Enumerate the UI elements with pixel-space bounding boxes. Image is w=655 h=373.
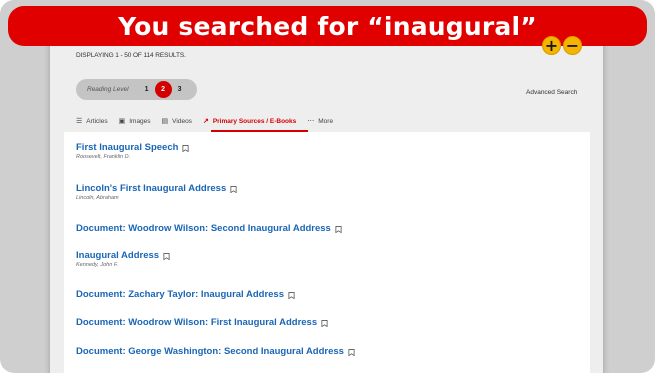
list-item: Document: Woodrow Wilson: Second Inaugur…	[76, 223, 342, 234]
reading-level-label: Reading Level	[87, 86, 129, 93]
list-item: Inaugural Address Kennedy, John F.	[76, 250, 170, 268]
bookmark-icon[interactable]	[163, 253, 170, 260]
content-type-tabs: ☰ Articles ▣ Images ▤ Videos ↗ Primary S…	[76, 114, 333, 128]
result-author: Kennedy, John F.	[76, 262, 118, 268]
tab-label: More	[318, 117, 334, 125]
reading-level-2[interactable]: 2	[154, 81, 172, 98]
list-item: Document: Woodrow Wilson: First Inaugura…	[76, 317, 328, 328]
ellipsis-icon: ⋯	[307, 117, 315, 125]
result-title[interactable]: Document: George Washington: Second Inau…	[76, 346, 355, 357]
banner-title: You searched for “inaugural”	[118, 11, 537, 41]
zoom-out-button[interactable]: −	[563, 36, 582, 55]
list-icon: ☰	[76, 117, 83, 125]
external-link-icon: ↗	[202, 117, 209, 125]
bookmark-icon[interactable]	[182, 145, 189, 152]
results-list: First Inaugural Speech Roosevelt, Frankl…	[64, 132, 590, 373]
screenshot-frame: You searched for “inaugural” + − DISPLAY…	[0, 0, 655, 373]
tab-videos[interactable]: ▤ Videos	[162, 118, 192, 125]
result-title-text: Document: Woodrow Wilson: Second Inaugur…	[76, 223, 331, 234]
result-author: Roosevelt, Franklin D.	[76, 154, 131, 160]
film-icon: ▤	[161, 117, 169, 125]
list-item: Document: Zachary Taylor: Inaugural Addr…	[76, 289, 295, 300]
image-icon: ▣	[118, 117, 126, 125]
result-title-text: Document: Woodrow Wilson: First Inaugura…	[76, 317, 318, 328]
result-title[interactable]: Document: Woodrow Wilson: First Inaugura…	[76, 317, 328, 328]
result-title-text: Inaugural Address	[76, 250, 160, 261]
tab-label: Articles	[86, 117, 108, 125]
tab-label: Primary Sources / E-Books	[212, 117, 297, 125]
result-title[interactable]: First Inaugural Speech	[76, 142, 189, 153]
list-item: First Inaugural Speech Roosevelt, Frankl…	[76, 142, 189, 160]
result-author: Lincoln, Abraham	[76, 195, 119, 201]
tab-label: Images	[129, 117, 151, 125]
tab-articles[interactable]: ☰ Articles	[76, 118, 108, 125]
bookmark-icon[interactable]	[321, 320, 328, 327]
result-title-text: Lincoln's First Inaugural Address	[76, 183, 227, 194]
result-title[interactable]: Lincoln's First Inaugural Address	[76, 183, 237, 194]
results-count: DISPLAYING 1 - 50 OF 114 RESULTS.	[76, 52, 186, 59]
tab-label: Videos	[172, 117, 192, 125]
result-title[interactable]: Document: Woodrow Wilson: Second Inaugur…	[76, 223, 342, 234]
result-title-text: Document: George Washington: Second Inau…	[76, 346, 344, 357]
list-item: Lincoln's First Inaugural Address Lincol…	[76, 183, 237, 201]
reading-level-3[interactable]: 3	[172, 86, 188, 93]
tab-primary-sources[interactable]: ↗ Primary Sources / E-Books	[203, 118, 296, 125]
tab-images[interactable]: ▣ Images	[119, 118, 151, 125]
reading-level-1[interactable]: 1	[139, 86, 155, 93]
result-title[interactable]: Inaugural Address	[76, 250, 170, 261]
bookmark-icon[interactable]	[335, 226, 342, 233]
bookmark-icon[interactable]	[288, 292, 295, 299]
advanced-search-link[interactable]: Advanced Search	[526, 89, 577, 96]
result-title-text: Document: Zachary Taylor: Inaugural Addr…	[76, 289, 284, 300]
tab-more[interactable]: ⋯ More	[307, 118, 333, 125]
bookmark-icon[interactable]	[348, 349, 355, 356]
reading-level-selector: Reading Level 1 2 3	[76, 79, 197, 100]
zoom-in-button[interactable]: +	[542, 36, 561, 55]
result-title-text: First Inaugural Speech	[76, 142, 179, 153]
result-title[interactable]: Document: Zachary Taylor: Inaugural Addr…	[76, 289, 295, 300]
bookmark-icon[interactable]	[230, 186, 237, 193]
list-item: Document: George Washington: Second Inau…	[76, 346, 355, 357]
